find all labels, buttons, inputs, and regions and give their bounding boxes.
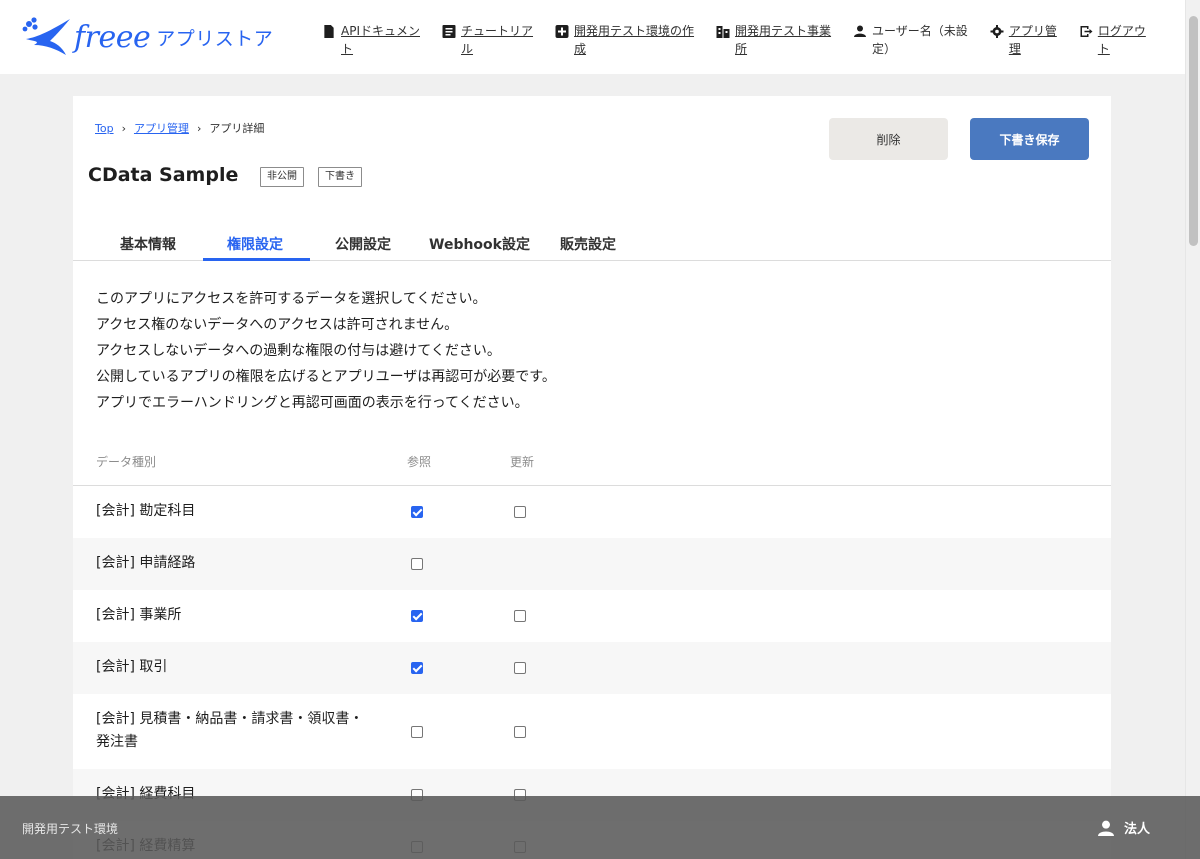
nav-user-name: ユーザー名（未設 定） xyxy=(853,22,968,58)
active-tab-indicator xyxy=(203,258,310,261)
data-type-label: [会計] 取引 xyxy=(96,659,168,675)
footer-env-label: 開発用テスト環境 xyxy=(22,822,119,836)
write-permission-checkbox[interactable] xyxy=(514,610,526,622)
document-icon xyxy=(324,25,334,38)
scrollbar-thumb[interactable] xyxy=(1189,16,1198,246)
tab-bar: 基本情報 権限設定 公開設定 Webhook設定 販売設定 xyxy=(73,224,1111,261)
column-header-data-type: データ種別 xyxy=(96,455,157,469)
user-icon xyxy=(854,25,867,37)
column-header-write: 更新 xyxy=(510,455,535,469)
header-nav: APIドキュメント チュートリアル 開発用テスト環境の作成 開発用テスト事業所 … xyxy=(322,22,1168,58)
column-header-read: 参照 xyxy=(407,455,432,469)
tab-permissions[interactable]: 権限設定 xyxy=(227,234,283,254)
data-type-label: [会計] 見積書・納品書・請求書・領収書・発注書 xyxy=(96,711,364,750)
tab-webhook[interactable]: Webhook設定 xyxy=(429,234,530,254)
gear-icon xyxy=(990,25,1004,38)
status-badge-private: 非公開 xyxy=(260,167,304,187)
permission-table-header: データ種別 参照 更新 xyxy=(73,444,1111,486)
page-title: CData Sample xyxy=(88,164,239,186)
nav-tutorial[interactable]: チュートリアル xyxy=(442,22,533,58)
write-permission-checkbox[interactable] xyxy=(514,662,526,674)
read-permission-checkbox[interactable] xyxy=(411,610,423,622)
table-row: [会計] 事業所 xyxy=(73,590,1111,642)
building-icon xyxy=(716,26,730,38)
read-permission-checkbox[interactable] xyxy=(411,506,423,518)
chevron-right-icon: › xyxy=(121,121,126,135)
write-permission-checkbox[interactable] xyxy=(514,726,526,738)
nav-label: ログアウト xyxy=(1097,24,1146,56)
top-header: freee アプリストア APIドキュメント チュートリアル 開発用テスト環境の… xyxy=(0,0,1185,74)
logout-icon xyxy=(1080,26,1093,37)
nav-label: APIドキュメント xyxy=(341,24,420,56)
user-icon xyxy=(1098,820,1114,836)
nav-app-management[interactable]: アプリ管理 xyxy=(990,22,1057,58)
nav-label: チュートリアル xyxy=(461,24,534,56)
app-detail-card: Top › アプリ管理 › アプリ詳細 CData Sample 非公開 下書き… xyxy=(73,96,1111,859)
logo-appstore-text: アプリストア xyxy=(156,27,274,50)
breadcrumb-apps-link[interactable]: アプリ管理 xyxy=(134,120,189,136)
tab-basic-info[interactable]: 基本情報 xyxy=(120,234,176,254)
nav-create-test-env[interactable]: 開発用テスト環境の作成 xyxy=(555,22,694,58)
tab-publish[interactable]: 公開設定 xyxy=(335,234,391,254)
permission-description: このアプリにアクセスを許可するデータを選択してください。 アクセス権のないデータ… xyxy=(96,291,556,411)
table-row: [会計] 取引 xyxy=(73,642,1111,694)
environment-footer-bar: 開発用テスト環境 法人 xyxy=(0,796,1200,859)
nav-label: アプリ管理 xyxy=(1008,24,1057,56)
breadcrumb: Top › アプリ管理 › アプリ詳細 xyxy=(95,120,264,136)
table-row: [会計] 見積書・納品書・請求書・領収書・発注書 xyxy=(73,694,1111,769)
breadcrumb-top-link[interactable]: Top xyxy=(95,122,114,135)
write-permission-checkbox[interactable] xyxy=(514,506,526,518)
nav-api-docs[interactable]: APIドキュメント xyxy=(322,22,420,58)
logo-wordmark: freee xyxy=(74,19,151,55)
nav-logout[interactable]: ログアウト xyxy=(1079,22,1146,58)
book-icon xyxy=(442,25,456,38)
status-badge-draft: 下書き xyxy=(318,167,362,187)
nav-label: 開発用テスト環境の作成 xyxy=(574,24,695,56)
breadcrumb-current: アプリ詳細 xyxy=(209,122,265,135)
tab-sales[interactable]: 販売設定 xyxy=(560,234,616,254)
data-type-label: [会計] 勘定科目 xyxy=(96,503,196,519)
bird-logo-icon xyxy=(22,17,70,55)
footer-user-type[interactable]: 法人 xyxy=(1098,818,1150,837)
read-permission-checkbox[interactable] xyxy=(411,558,423,570)
table-row: [会計] 申請経路 xyxy=(73,538,1111,590)
nav-label: 開発用テスト事業所 xyxy=(735,24,832,56)
nav-label: ユーザー名（未設 定） xyxy=(872,24,968,56)
read-permission-checkbox[interactable] xyxy=(411,662,423,674)
delete-button[interactable]: 削除 xyxy=(829,118,948,160)
read-permission-checkbox[interactable] xyxy=(411,726,423,738)
plus-box-icon xyxy=(555,25,569,38)
chevron-right-icon: › xyxy=(196,121,202,135)
data-type-label: [会計] 申請経路 xyxy=(96,555,196,571)
freee-logo[interactable]: freee アプリストア xyxy=(20,14,273,60)
page-scrollbar[interactable] xyxy=(1185,0,1200,859)
data-type-label: [会計] 事業所 xyxy=(96,607,182,623)
table-row: [会計] 勘定科目 xyxy=(73,486,1111,538)
nav-test-company[interactable]: 開発用テスト事業所 xyxy=(716,22,831,58)
save-draft-button[interactable]: 下書き保存 xyxy=(970,118,1089,160)
